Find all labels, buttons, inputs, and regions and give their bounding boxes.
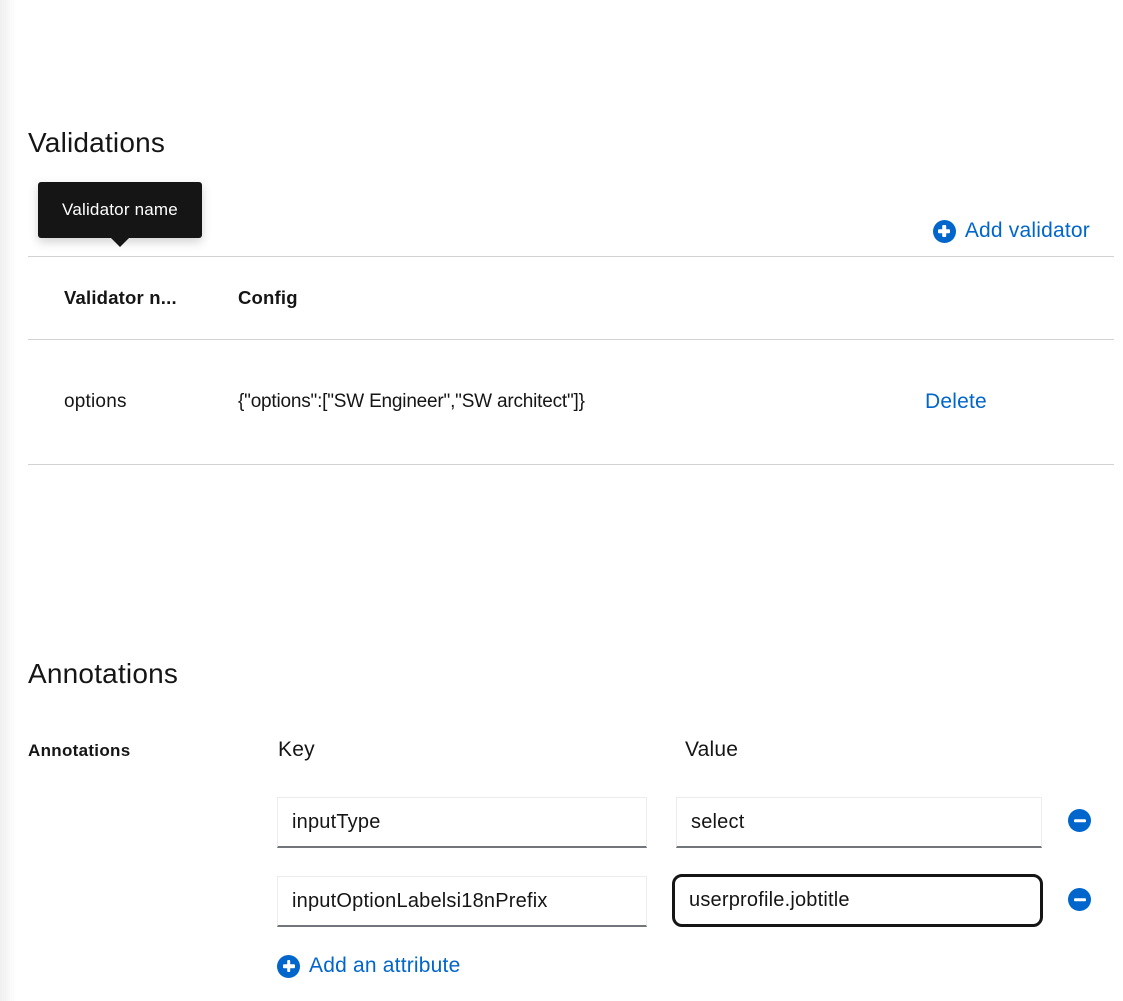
add-attribute-label: Add an attribute (309, 954, 460, 978)
value-column-header: Value (685, 738, 738, 762)
remove-annotation-button-2[interactable] (1068, 888, 1091, 911)
add-attribute-button[interactable]: Add an attribute (277, 954, 460, 978)
annotations-section-title: Annotations (28, 658, 178, 690)
annotation-key-input-1[interactable] (277, 797, 647, 848)
plus-circle-icon (277, 955, 300, 978)
validators-table: Validator n... Config options {"options"… (28, 256, 1114, 465)
validator-config-cell: {"options":["SW Engineer","SW architect"… (238, 391, 925, 413)
validator-name-cell: options (28, 391, 238, 413)
minus-circle-icon (1068, 809, 1091, 832)
attribute-settings-page: Validations Validator name Add validator… (0, 0, 1123, 1001)
validator-name-tooltip: Validator name (38, 182, 202, 238)
validations-section-title: Validations (28, 127, 165, 159)
tooltip-caret (110, 237, 130, 247)
minus-circle-icon (1068, 888, 1091, 911)
annotation-value-input-2-focused[interactable] (672, 874, 1043, 927)
column-header-validator-name: Validator n... (28, 287, 238, 309)
delete-validator-button[interactable]: Delete (925, 390, 987, 414)
annotation-key-input-2[interactable] (277, 876, 647, 927)
key-column-header: Key (278, 738, 315, 762)
column-header-config: Config (238, 287, 925, 309)
remove-annotation-button-1[interactable] (1068, 809, 1091, 832)
validators-table-header-row: Validator n... Config (28, 256, 1114, 340)
annotation-value-input-1[interactable] (676, 797, 1042, 848)
left-edge-shadow (0, 0, 16, 1001)
plus-circle-icon (933, 220, 956, 243)
add-validator-label: Add validator (965, 219, 1090, 243)
add-validator-button[interactable]: Add validator (933, 219, 1090, 243)
annotations-field-label: Annotations (28, 741, 130, 761)
tooltip-text: Validator name (62, 200, 178, 220)
validator-table-row: options {"options":["SW Engineer","SW ar… (28, 340, 1114, 465)
